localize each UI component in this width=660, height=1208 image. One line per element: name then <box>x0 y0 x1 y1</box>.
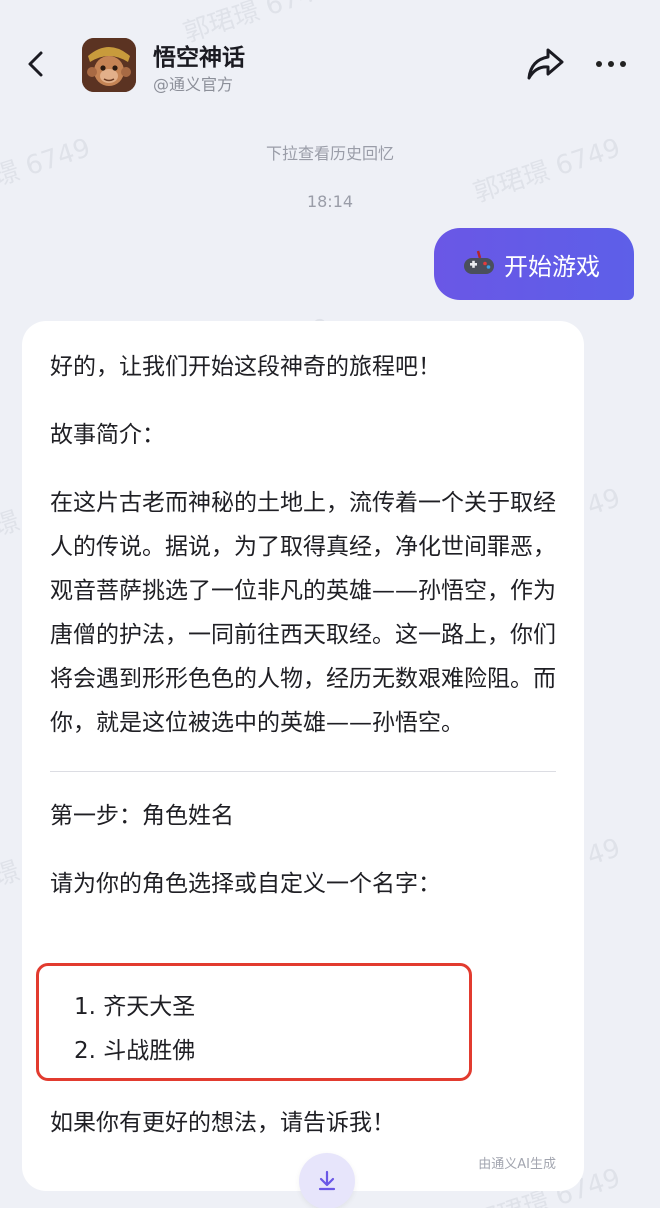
chat-title: 悟空神话 <box>153 45 245 71</box>
back-button[interactable] <box>18 44 54 84</box>
history-hint[interactable]: 下拉查看历史回忆 <box>0 140 660 164</box>
more-dot-icon <box>596 61 602 67</box>
bot-intro-text: 好的，让我们开始这段神奇的旅程吧！ <box>50 354 441 380</box>
name-options-list: 1. 齐天大圣 2. 斗战胜佛 <box>74 985 195 1073</box>
story-heading: 故事简介： <box>50 422 165 448</box>
share-button[interactable] <box>524 44 566 84</box>
bot-message-card: 好的，让我们开始这段神奇的旅程吧！ 故事简介： 在这片古老而神秘的土地上，流传着… <box>22 321 584 1191</box>
story-text: 在这片古老而神秘的土地上，流传着一个关于取经人的传说。据说，为了取得真经，净化世… <box>50 490 556 736</box>
more-dot-icon <box>608 61 614 67</box>
chat-header: 悟空神话 @通义官方 <box>0 0 660 130</box>
user-message-text: 开始游戏 <box>504 252 600 281</box>
list-item: 2. 斗战胜佛 <box>74 1038 196 1064</box>
avatar[interactable] <box>82 38 136 92</box>
message-timestamp: 18:14 <box>306 192 354 211</box>
more-options-button[interactable] <box>592 52 630 76</box>
closing-text: 如果你有更好的想法，请告诉我！ <box>50 1110 395 1136</box>
ai-generated-note: 由通义AI生成 <box>478 1157 556 1172</box>
user-message-bubble: 开始游戏 <box>434 228 634 300</box>
step-heading: 第一步：角色姓名 <box>50 803 234 829</box>
chat-subtitle: @通义官方 <box>153 75 234 94</box>
scroll-to-bottom-button[interactable] <box>299 1153 355 1208</box>
more-dot-icon <box>620 61 626 67</box>
divider <box>50 771 556 772</box>
list-item: 1. 齐天大圣 <box>74 994 196 1020</box>
gamepad-icon <box>462 250 496 278</box>
step-prompt: 请为你的角色选择或自定义一个名字： <box>50 871 441 897</box>
share-icon <box>527 48 564 80</box>
monkey-king-avatar-icon <box>82 38 136 92</box>
chevron-left-icon <box>28 51 43 77</box>
arrow-down-icon <box>318 1170 336 1191</box>
